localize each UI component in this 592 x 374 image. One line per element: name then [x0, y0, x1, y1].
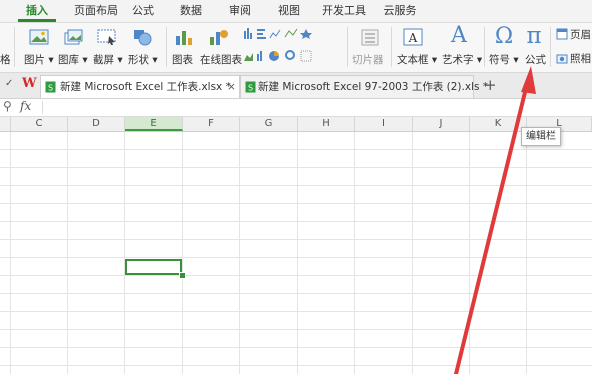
column-header-h[interactable]: H [298, 117, 355, 131]
menu-bar: 插入 页面布局 公式 数据 审阅 视图 开发工具 云服务 [0, 0, 592, 23]
chart-type-icon-row2[interactable] [243, 49, 281, 62]
excel-file-icon: S [245, 81, 256, 93]
column-header-row: C D E F G H I J K L [0, 117, 592, 132]
camera-button[interactable]: 照相 [570, 51, 591, 66]
column-header-i[interactable]: I [355, 117, 413, 131]
fill-handle[interactable] [179, 272, 186, 279]
grid-line [526, 132, 527, 374]
tab-doc-title: 新建 Microsoft Excel 97-2003 工作表 (2).xls * [258, 81, 489, 93]
column-header-j[interactable]: J [413, 117, 470, 131]
picture-icon[interactable] [28, 27, 50, 47]
formula-bar: ⚲ fx [0, 99, 592, 117]
shapes-button[interactable]: 形状 ▾ [128, 52, 158, 67]
ribbon-separator [550, 27, 551, 67]
textbox-icon[interactable]: A [402, 27, 424, 47]
grid-line [412, 132, 413, 374]
spreadsheet-grid[interactable] [0, 132, 592, 374]
document-tab-bar: ✓ W S 新建 Microsoft Excel 工作表.xlsx * × S … [0, 73, 592, 99]
selected-cell[interactable] [125, 259, 182, 275]
menu-page-layout[interactable]: 页面布局 [68, 0, 124, 22]
column-header-e[interactable]: E [125, 117, 183, 131]
chart-icon[interactable] [173, 27, 195, 47]
slicer-icon [361, 29, 379, 46]
formula-button[interactable]: 公式 [525, 52, 546, 67]
add-tab-button[interactable]: + [484, 76, 497, 94]
textbox-button[interactable]: 文本框 ▾ [397, 52, 437, 67]
tab-close-icon[interactable]: × [227, 76, 236, 98]
ribbon-separator [166, 27, 167, 67]
ribbon-separator [14, 27, 15, 67]
row-header-corner[interactable] [0, 117, 11, 131]
ribbon-separator [347, 27, 348, 67]
chart-button[interactable]: 图表 [172, 52, 193, 67]
tab-overflow-icon[interactable]: ✓ [5, 78, 13, 89]
chart-type-icon-row2b[interactable] [284, 49, 322, 62]
column-header-f[interactable]: F [183, 117, 240, 131]
grid-line [239, 132, 240, 374]
column-header-k[interactable]: K [470, 117, 527, 131]
gallery-icon[interactable] [62, 27, 84, 47]
chart-type-icon-row1[interactable] [243, 27, 281, 40]
tab-doc-xlsx[interactable]: S 新建 Microsoft Excel 工作表.xlsx * × [40, 75, 240, 98]
screenshot-button[interactable]: 截屏 ▾ [93, 52, 123, 67]
shapes-icon[interactable] [131, 27, 153, 47]
wps-logo-icon: W [22, 76, 37, 91]
slicer-button: 切片器 [352, 54, 384, 66]
ribbon-partial-label[interactable]: 格 [0, 52, 11, 67]
grid-line [67, 132, 68, 374]
tab-doc-title: 新建 Microsoft Excel 工作表.xlsx * [60, 81, 231, 93]
column-header-d[interactable]: D [68, 117, 125, 131]
excel-file-icon: S [45, 81, 56, 93]
header-footer-button[interactable]: 页眉 [570, 27, 591, 42]
picture-button[interactable]: 图片 ▾ [24, 52, 54, 67]
ribbon-separator [484, 27, 485, 67]
svg-text:S: S [248, 84, 253, 93]
wordart-button[interactable]: 艺术字 ▾ [442, 52, 482, 67]
wordart-icon[interactable]: A [446, 23, 472, 49]
grid-line [182, 132, 183, 374]
grid-line [124, 132, 125, 374]
online-chart-button[interactable]: 在线图表 [200, 52, 242, 67]
column-header-g[interactable]: G [240, 117, 298, 131]
chart-type-icon-row1b[interactable] [284, 27, 322, 40]
camera-icon[interactable] [556, 52, 568, 64]
ribbon-separator [391, 27, 392, 67]
symbol-button[interactable]: 符号 ▾ [489, 52, 519, 67]
formula-bar-tooltip: 编辑栏 [521, 127, 561, 146]
menu-view[interactable]: 视图 [274, 0, 304, 22]
menu-data[interactable]: 数据 [176, 0, 206, 22]
zoom-icon[interactable]: ⚲ [3, 99, 12, 113]
grid-line [354, 132, 355, 374]
ribbon: 格 图片 ▾ 图库 ▾ 截屏 ▾ 形状 ▾ 图表 在线图表 切片器 A 文本框 … [0, 23, 592, 73]
fx-button[interactable]: fx [20, 99, 31, 113]
gallery-button[interactable]: 图库 ▾ [58, 52, 88, 67]
menu-review[interactable]: 审阅 [225, 0, 255, 22]
svg-text:A: A [408, 31, 418, 45]
active-tab-indicator [18, 19, 56, 22]
screenshot-icon[interactable] [96, 27, 118, 47]
tab-doc-xls[interactable]: S 新建 Microsoft Excel 97-2003 工作表 (2).xls… [240, 75, 488, 98]
formula-input[interactable] [42, 101, 591, 114]
column-header-c[interactable]: C [11, 117, 68, 131]
menu-cloud[interactable]: 云服务 [380, 0, 420, 22]
menu-formulas[interactable]: 公式 [128, 0, 158, 22]
symbol-icon[interactable]: Ω [491, 24, 517, 50]
menu-developer[interactable]: 开发工具 [321, 0, 367, 22]
grid-line [297, 132, 298, 374]
grid-line [469, 132, 470, 374]
svg-text:S: S [48, 84, 53, 93]
header-footer-icon[interactable] [556, 28, 568, 40]
formula-pi-icon[interactable]: π [521, 23, 547, 49]
online-chart-icon[interactable] [207, 27, 229, 47]
